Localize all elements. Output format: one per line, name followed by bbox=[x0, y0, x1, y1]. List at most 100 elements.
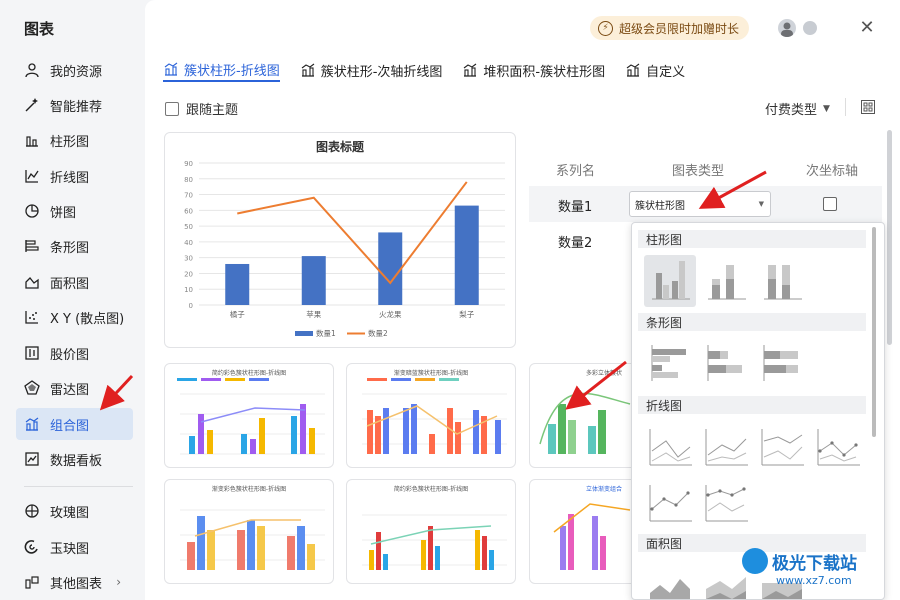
bar bbox=[378, 232, 403, 305]
percent-line-markers-option[interactable] bbox=[700, 477, 752, 529]
y-tick-label: 40 bbox=[184, 239, 193, 247]
bar bbox=[301, 256, 326, 305]
chart-preview[interactable]: 图表标题 0 10 20 30 40 50 60 70 80 90 橘子 苹果 火龙果 梨子 数量1 数量2 bbox=[164, 132, 516, 348]
sidebar-item-horizontal-bar[interactable]: 条形图 bbox=[16, 230, 133, 262]
sidebar-item-area-chart[interactable]: 面积图 bbox=[16, 266, 133, 298]
chart-type-select[interactable]: 簇状柱形图 ▼ bbox=[629, 191, 771, 217]
sidebar-item-magic-wand[interactable]: 智能推荐 bbox=[16, 89, 133, 121]
column-header: 图表类型 bbox=[672, 164, 725, 179]
stacked-bar-option[interactable] bbox=[700, 337, 752, 389]
follow-theme-checkbox[interactable]: 跟随主题 bbox=[165, 99, 238, 118]
divider bbox=[845, 98, 846, 116]
percent-stacked-bar-option[interactable] bbox=[756, 337, 808, 389]
secondary-axis-checkbox[interactable] bbox=[823, 197, 837, 211]
thumbnail-chart bbox=[539, 392, 631, 454]
chart-svg: 0 10 20 30 40 50 60 70 80 90 橘子 苹果 火龙果 梨子数量1 数量2 bbox=[184, 160, 505, 338]
sidebar-item-rose-chart[interactable]: 玫瑰图 bbox=[16, 495, 133, 527]
y-tick-label: 20 bbox=[184, 270, 193, 278]
tab-label: 簇状柱形-折线图 bbox=[184, 63, 280, 79]
y-tick-label: 10 bbox=[184, 286, 193, 294]
template-thumbnail[interactable]: 渐变彩色簇状柱形图-折线图 bbox=[164, 479, 334, 584]
scrollbar[interactable] bbox=[887, 130, 892, 345]
y-tick-label: 60 bbox=[184, 207, 193, 215]
tab-1[interactable]: 簇状柱形-次轴折线图 bbox=[300, 58, 443, 82]
area-chart-icon bbox=[24, 274, 40, 290]
watermark-brand: 极光下载站 bbox=[772, 553, 857, 574]
y-tick-label: 30 bbox=[184, 255, 193, 263]
template-thumbnail[interactable]: 立体渐变组合 bbox=[529, 479, 639, 584]
scatter-icon bbox=[24, 309, 40, 325]
percent-stacked-line-option[interactable] bbox=[756, 421, 808, 473]
scroll-thumb[interactable] bbox=[872, 227, 876, 437]
main-panel: ⚡ 超级会员限时加赠时长 ✕ 簇状柱形-折线图 簇状柱形-次轴折线图 堆积面积-簇状… bbox=[145, 0, 900, 600]
bar-chart-icon bbox=[24, 132, 40, 148]
sidebar-item-scatter[interactable]: X Y (散点图) bbox=[16, 301, 133, 333]
series-name: 数量2 bbox=[558, 236, 593, 251]
sidebar-item-ring-chart[interactable]: 玉玦图 bbox=[16, 531, 133, 563]
template-thumbnail[interactable]: 多彩立体簇状 bbox=[529, 363, 639, 468]
sidebar-title: 图表 bbox=[24, 20, 55, 38]
close-button[interactable]: ✕ bbox=[857, 17, 877, 38]
series-name: 数量1 bbox=[558, 200, 593, 215]
lightning-icon: ⚡ bbox=[598, 20, 613, 36]
legend-label: 数量2 bbox=[368, 328, 388, 338]
pie-chart-icon bbox=[24, 203, 40, 219]
legend-swatch bbox=[295, 331, 313, 336]
paid-type-dropdown[interactable]: 付费类型 ▼ bbox=[765, 99, 830, 118]
thumbnail-title: 渐变暗蓝簇状柱形图-折线图 bbox=[393, 370, 469, 377]
clustered-column-option[interactable] bbox=[644, 255, 696, 307]
column-header: 系列名 bbox=[556, 164, 596, 179]
vip-promo-button[interactable]: ⚡ 超级会员限时加赠时长 bbox=[590, 16, 750, 40]
bar bbox=[225, 263, 250, 305]
avatar[interactable] bbox=[778, 19, 796, 37]
dropdown-scrollbar[interactable] bbox=[872, 227, 878, 597]
sidebar-item-label: 组合图 bbox=[50, 418, 90, 434]
sidebar-item-bar-chart[interactable]: 柱形图 bbox=[16, 124, 133, 156]
area-option[interactable] bbox=[644, 559, 696, 599]
stacked-line-option[interactable] bbox=[700, 421, 752, 473]
stock-chart-icon bbox=[24, 345, 40, 361]
stacked-line-markers-option[interactable] bbox=[644, 477, 696, 529]
template-thumbnail[interactable]: 渐变暗蓝簇状柱形图-折线图 bbox=[346, 363, 516, 468]
tab-3[interactable]: 自定义 bbox=[625, 58, 685, 82]
template-thumbnail[interactable]: 简约彩色簇状柱形图-折线图 bbox=[346, 479, 516, 584]
thumbnail-chart bbox=[177, 378, 325, 455]
percent-stacked-column-option[interactable] bbox=[756, 255, 808, 307]
template-thumbnail[interactable]: 简约彩色簇状柱形图-折线图 bbox=[164, 363, 334, 468]
line-option[interactable] bbox=[644, 421, 696, 473]
combo-chart-icon bbox=[163, 61, 179, 77]
sidebar-item-label: 饼图 bbox=[50, 205, 77, 221]
sidebar-item-stock-chart[interactable]: 股价图 bbox=[16, 337, 133, 369]
combo-chart-icon bbox=[300, 62, 316, 78]
y-tick-label: 50 bbox=[184, 223, 193, 231]
sidebar-item-label: 我的资源 bbox=[50, 64, 103, 80]
chart-title: 图表标题 bbox=[315, 140, 364, 154]
tab-0[interactable]: 簇状柱形-折线图 bbox=[163, 58, 280, 82]
thumbnail-title: 渐变彩色簇状柱形图-折线图 bbox=[211, 486, 287, 493]
grid-view-icon[interactable] bbox=[861, 100, 875, 114]
sidebar-item-combo-chart[interactable]: 组合图 bbox=[16, 408, 133, 440]
sidebar-item-pie-chart[interactable]: 饼图 bbox=[16, 195, 133, 227]
stacked-column-option[interactable] bbox=[700, 255, 752, 307]
tab-2[interactable]: 堆积面积-簇状柱形图 bbox=[462, 58, 605, 82]
group-header: 柱形图 bbox=[638, 230, 866, 248]
thumbnail-chart bbox=[362, 514, 507, 570]
sidebar-item-label: 数据看板 bbox=[50, 453, 103, 469]
sidebar-item-user[interactable]: 我的资源 bbox=[16, 54, 133, 86]
sidebar-item-radar-chart[interactable]: 雷达图 bbox=[16, 372, 133, 404]
more-charts-icon bbox=[24, 574, 40, 590]
sidebar-item-label: 柱形图 bbox=[50, 134, 90, 150]
group-header: 折线图 bbox=[638, 396, 866, 414]
tab-label: 簇状柱形-次轴折线图 bbox=[320, 64, 443, 80]
sidebar-item-line-chart[interactable]: 折线图 bbox=[16, 160, 133, 192]
clustered-bar-option[interactable] bbox=[644, 337, 696, 389]
checkbox-icon bbox=[165, 101, 179, 116]
line-markers-option[interactable] bbox=[812, 421, 864, 473]
legend-label: 数量1 bbox=[316, 328, 336, 338]
chart-type-value: 簇状柱形图 bbox=[635, 200, 685, 212]
sidebar-item-more-charts[interactable]: 其他图表 › bbox=[16, 566, 133, 598]
thumbnail-chart bbox=[362, 378, 507, 454]
thumbnail-chart bbox=[553, 503, 631, 570]
x-tick-label: 梨子 bbox=[459, 310, 474, 319]
sidebar-item-dashboard[interactable]: 数据看板 bbox=[16, 443, 133, 475]
